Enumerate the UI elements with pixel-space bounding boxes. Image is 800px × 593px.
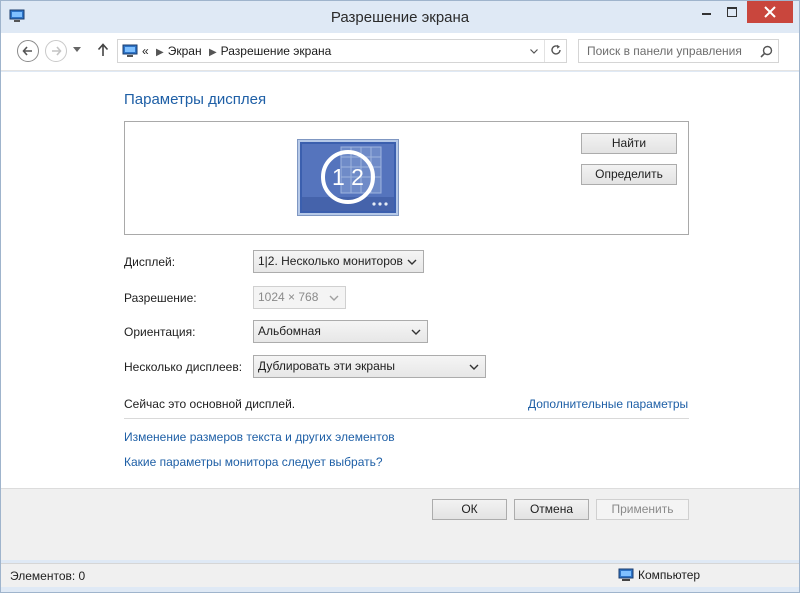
main-content: Параметры дисплея 1 2 Найти Определить Д… [1, 72, 799, 488]
address-dropdown-button[interactable] [524, 40, 544, 62]
chevron-down-icon [469, 364, 479, 370]
resolution-select[interactable]: 1024 × 768 [253, 286, 346, 309]
dialog-button-area: ОК Отмена Применить [1, 488, 799, 560]
orientation-label: Ориентация: [124, 325, 196, 339]
address-bar[interactable]: « ▶ Экран ▶ Разрешение экрана [117, 39, 567, 63]
display-select-value: 1|2. Несколько мониторов [258, 254, 403, 268]
monitor-1-2-tile[interactable]: 1 2 [297, 139, 399, 216]
identify-button[interactable]: Определить [581, 164, 677, 185]
title-bar: Разрешение экрана [1, 1, 799, 33]
resolution-select-value: 1024 × 768 [258, 290, 319, 304]
resolution-label: Разрешение: [124, 291, 197, 305]
advanced-settings-link[interactable]: Дополнительные параметры [528, 397, 688, 411]
chevron-down-icon [329, 295, 339, 301]
refresh-button[interactable] [544, 40, 566, 62]
maximize-button[interactable] [719, 1, 745, 23]
recent-locations-icon[interactable] [73, 47, 81, 53]
forward-button[interactable] [45, 40, 67, 62]
breadcrumb-overflow[interactable]: « [142, 44, 149, 58]
close-icon [764, 6, 776, 18]
resize-text-link[interactable]: Изменение размеров текста и других элеме… [124, 430, 395, 444]
status-bar: Элементов: 0 Компьютер [1, 563, 799, 587]
status-location: Компьютер [618, 568, 700, 582]
multiple-displays-select[interactable]: Дублировать эти экраны [253, 355, 486, 378]
primary-display-status: Сейчас это основной дисплей. [124, 397, 296, 411]
ok-button[interactable]: ОК [432, 499, 507, 520]
monitor-help-link[interactable]: Какие параметры монитора следует выбрать… [124, 455, 383, 469]
chevron-down-icon [530, 49, 538, 54]
search-icon[interactable] [760, 45, 773, 58]
divider [124, 418, 689, 419]
up-arrow-icon[interactable] [97, 43, 109, 57]
orientation-select-value: Альбомная [258, 324, 321, 338]
arrow-right-icon [52, 46, 62, 56]
refresh-icon [551, 44, 561, 55]
display-label: Дисплей: [124, 255, 176, 269]
navigation-bar: « ▶ Экран ▶ Разрешение экрана Поиск в пане… [1, 33, 799, 71]
chevron-right-icon: ▶ [156, 47, 164, 58]
control-panel-icon [122, 44, 138, 57]
page-title: Параметры дисплея [124, 91, 267, 108]
breadcrumb: « ▶ Экран ▶ Разрешение экрана [142, 44, 331, 58]
window-title: Разрешение экрана [330, 9, 470, 26]
orientation-select[interactable]: Альбомная [253, 320, 428, 343]
multiple-displays-label: Несколько дисплеев: [124, 360, 243, 374]
computer-icon [618, 568, 634, 581]
back-button[interactable] [17, 40, 39, 62]
monitor-number-label: 1 2 [332, 164, 364, 190]
chevron-right-icon: ▶ [208, 47, 217, 58]
close-button[interactable] [747, 1, 793, 23]
minimize-button[interactable] [693, 1, 719, 23]
cancel-button[interactable]: Отмена [514, 499, 589, 520]
display-preview-area: 1 2 Найти Определить [124, 121, 689, 235]
arrow-left-icon [22, 46, 32, 56]
location-text: Компьютер [638, 568, 701, 582]
display-select[interactable]: 1|2. Несколько мониторов [253, 250, 424, 273]
items-count: Элементов: 0 [10, 569, 86, 583]
app-window: Разрешение экрана « ▶ Экран ▶ Разрешение… [0, 0, 800, 593]
breadcrumb-item-resolution[interactable]: Разрешение экрана [221, 44, 332, 58]
apply-button[interactable]: Применить [596, 499, 689, 520]
chevron-down-icon [407, 259, 417, 265]
search-box[interactable]: Поиск в панели управления [578, 39, 779, 63]
multiple-displays-select-value: Дублировать эти экраны [258, 359, 396, 373]
breadcrumb-item-screen[interactable]: Экран [168, 44, 202, 58]
chevron-down-icon [411, 329, 421, 335]
find-button[interactable]: Найти [581, 133, 677, 154]
search-input[interactable]: Поиск в панели управления [587, 44, 742, 58]
